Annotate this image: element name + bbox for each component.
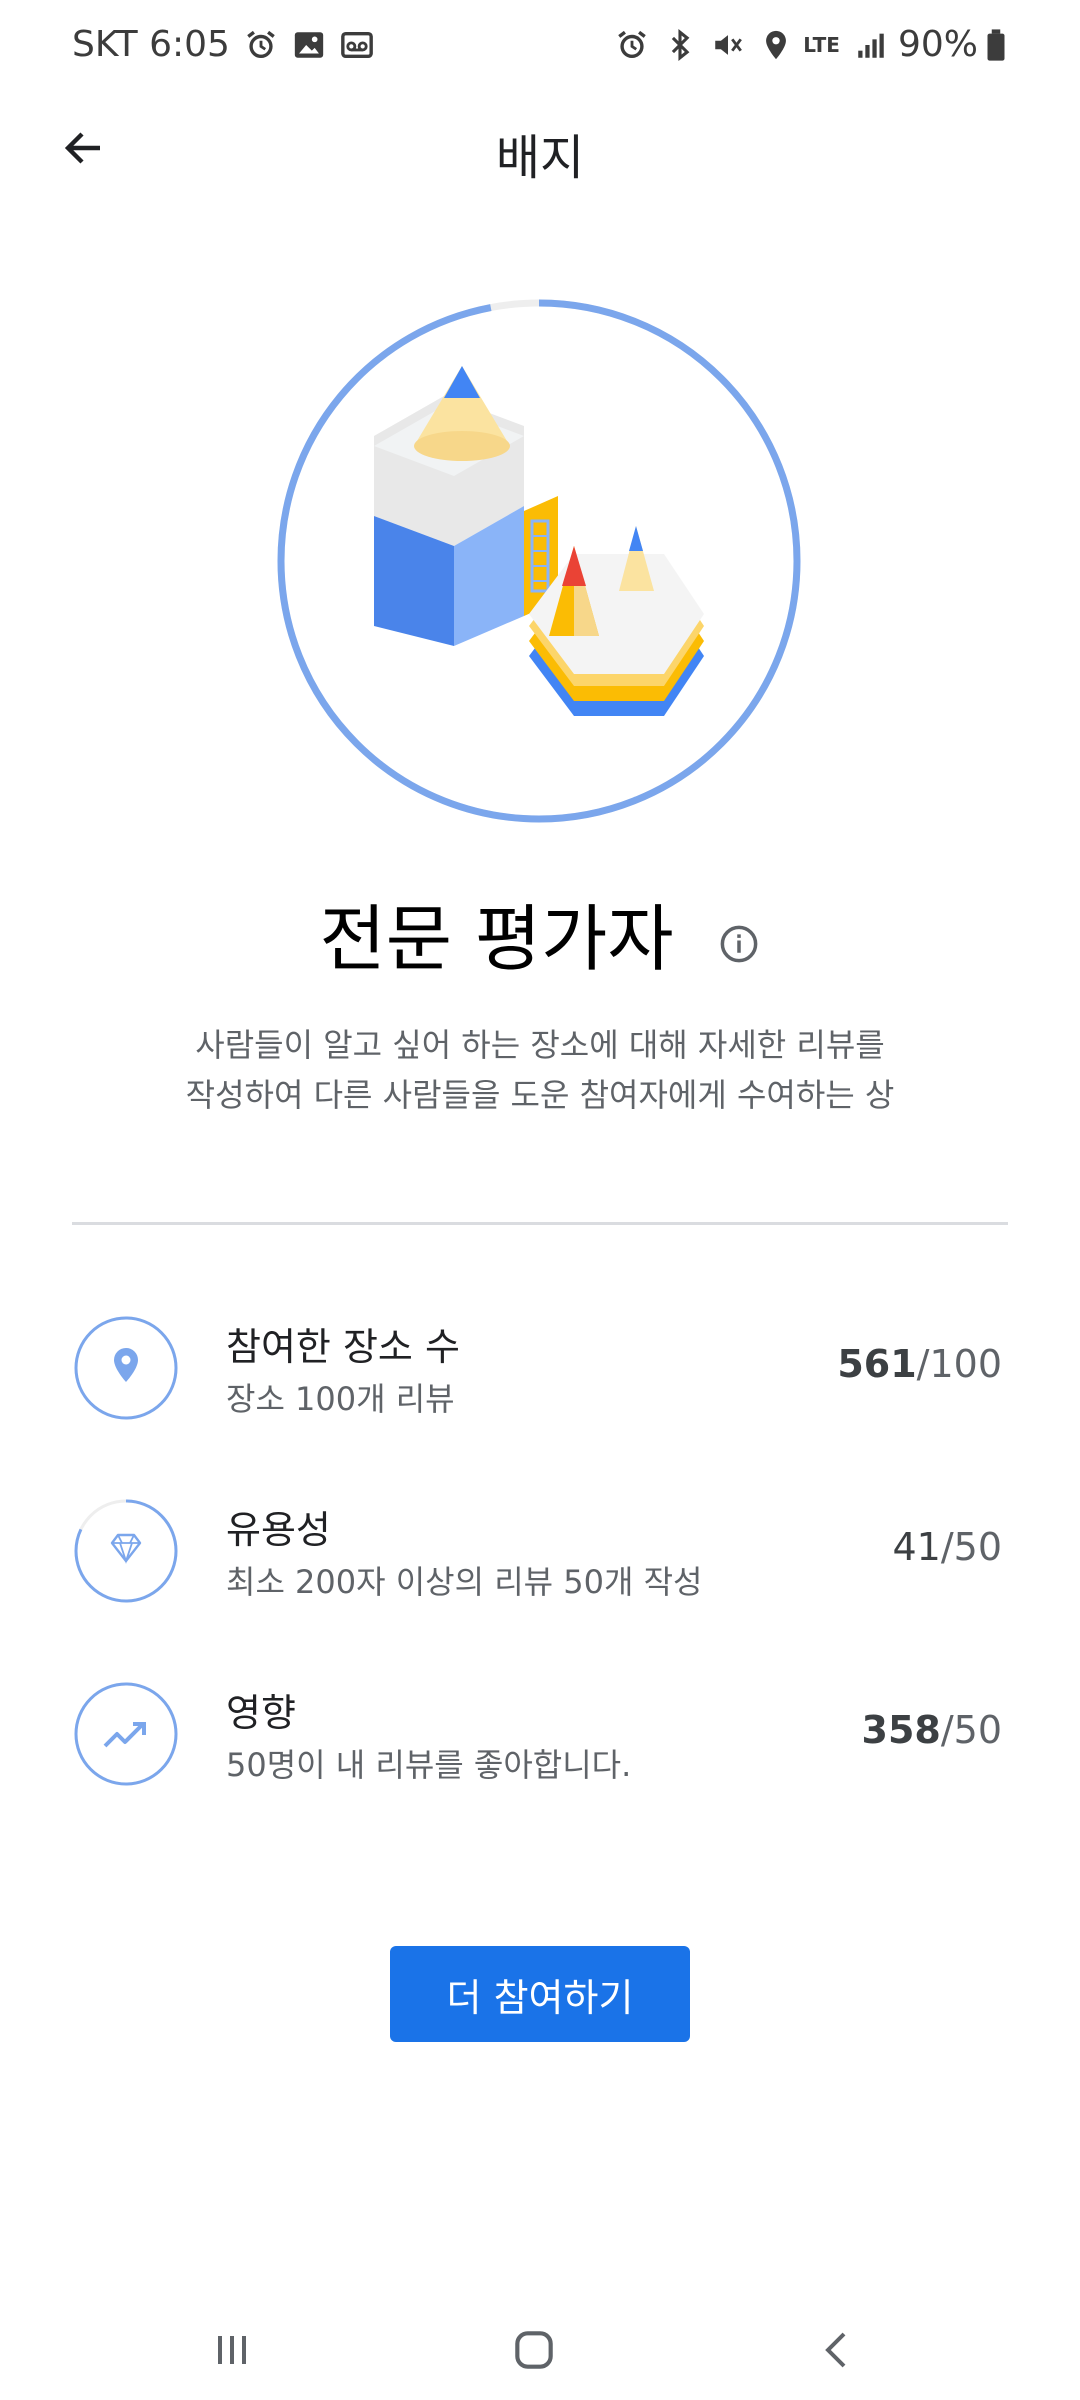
stat-title: 참여한 장소 수 [226, 1325, 460, 1369]
mute-icon [715, 34, 743, 55]
battery-percent: 90% [897, 24, 978, 65]
stat-title: 유용성 [226, 1508, 331, 1552]
stat-target: /50 [940, 1525, 1002, 1569]
alarm-icon [618, 30, 647, 58]
stat-row-impact: 영향 50명이 내 리뷰를 좋아합니다. 358/50 [72, 1674, 1008, 1794]
location-pin-icon [74, 1316, 178, 1420]
home-button[interactable] [494, 2310, 574, 2390]
stat-title: 영향 [226, 1691, 296, 1735]
nav-back-button[interactable] [798, 2310, 878, 2390]
location-icon [766, 30, 787, 59]
status-bar: SKT 6:05 LTE 90% [0, 0, 1080, 96]
badge-description: 사람들이 알고 싶어 하는 장소에 대해 자세한 리뷰를 작성하여 다른 사람들… [120, 1020, 960, 1120]
gallery-icon [294, 31, 324, 58]
bluetooth-icon [672, 28, 690, 61]
trending-up-icon [74, 1682, 178, 1786]
system-nav-bar [0, 2300, 1080, 2400]
stat-row-helpfulness: 유용성 최소 200자 이상의 리뷰 50개 작성 41/50 [72, 1491, 1008, 1611]
description-line-2: 작성하여 다른 사람들을 도운 참여자에게 수여하는 상 [185, 1076, 895, 1114]
carrier-time: SKT 6:05 [72, 24, 230, 65]
voicemail-icon [341, 31, 373, 58]
stat-target: /50 [940, 1708, 1002, 1752]
stat-current: 41 [892, 1525, 941, 1569]
stat-subtitle: 최소 200자 이상의 리뷰 50개 작성 [226, 1563, 703, 1601]
signal-icon [858, 33, 884, 58]
recent-apps-icon [218, 2336, 246, 2364]
recent-apps-button[interactable] [192, 2310, 272, 2390]
app-bar: 배지 [0, 96, 1080, 200]
diamond-icon [74, 1499, 178, 1603]
badge-illustration [274, 296, 804, 826]
stat-row-places: 참여한 장소 수 장소 100개 리뷰 561/100 [72, 1308, 1008, 1428]
participate-more-button[interactable]: 더 참여하기 [390, 1946, 690, 2042]
badge-name: 전문 평가자 [0, 880, 1080, 985]
back-icon [825, 2332, 846, 2368]
stat-current: 358 [861, 1708, 941, 1752]
tower-left [374, 366, 558, 646]
battery-icon [987, 28, 1005, 61]
info-icon[interactable] [718, 923, 760, 965]
stat-current: 561 [837, 1342, 917, 1386]
screen: SKT 6:05 LTE 90% 배지 전문 평가자 사람들이 알고 싶어 하는… [0, 0, 1080, 2400]
badge-title: 전문 평가자 [319, 897, 674, 981]
stat-value: 561/100 [837, 1342, 1002, 1386]
stat-target: /100 [916, 1342, 1002, 1386]
stat-value: 358/50 [862, 1708, 1002, 1752]
stat-subtitle: 장소 100개 리뷰 [226, 1380, 455, 1418]
page-title: 배지 [495, 130, 585, 186]
alarm-icon [247, 30, 275, 58]
divider [72, 1222, 1008, 1225]
stat-subtitle: 50명이 내 리뷰를 좋아합니다. [226, 1746, 632, 1784]
description-line-1: 사람들이 알고 싶어 하는 장소에 대해 자세한 리뷰를 [195, 1026, 885, 1064]
network-type: LTE [803, 32, 840, 57]
stat-value: 41/50 [892, 1525, 1002, 1569]
home-icon [515, 2331, 553, 2369]
